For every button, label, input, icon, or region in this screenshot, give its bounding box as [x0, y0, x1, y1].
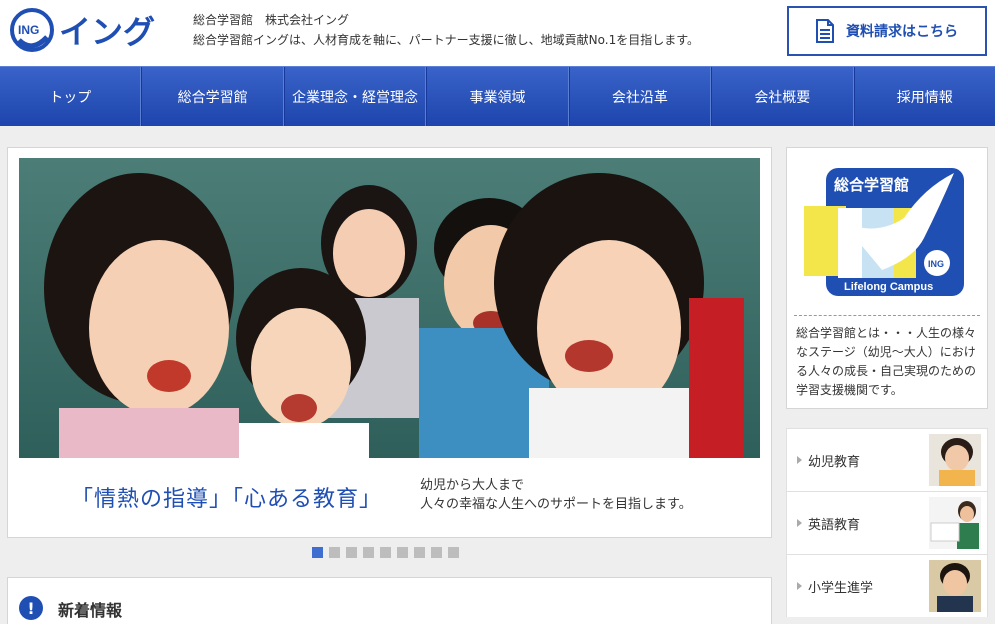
english-thumbnail [929, 497, 981, 549]
slider-pagination [312, 547, 459, 558]
ing-logo[interactable]: ING イング [9, 7, 187, 53]
nav-item-business[interactable]: 事業領域 [426, 67, 569, 126]
lifelong-campus-logo[interactable]: ING 総合学習館 Lifelong Campus [804, 168, 964, 298]
menu-item-english[interactable]: 英語教育 [786, 491, 988, 554]
request-button-label: 資料請求はこちら [846, 24, 958, 40]
menu-item-label: 英語教育 [808, 517, 861, 533]
hero-slider: 「情熱の指導」「心ある教育」 幼児から大人まで 人々の幸福な人生へのサポートを目… [7, 147, 772, 538]
hero-image-children[interactable] [19, 158, 760, 458]
side-description: 総合学習館とは・・・人生の様々なステージ（幼児〜大人）における人々の成長・自己実… [796, 326, 977, 397]
slider-dot-9[interactable] [448, 547, 459, 558]
nav-item-learning-center[interactable]: 総合学習館 [141, 67, 284, 126]
company-tagline: 総合学習館 株式会社イング [193, 13, 350, 27]
slider-subtext-1: 幼児から大人まで [420, 478, 525, 493]
slider-dot-8[interactable] [431, 547, 442, 558]
elementary-thumbnail [929, 560, 981, 612]
company-mission: 総合学習館イングは、人材育成を軸に、パートナー支援に徹し、地域貢献No.1を目指… [193, 33, 700, 47]
catch-copy: 「情熱の指導」「心ある教育」 [71, 487, 383, 512]
slider-dot-6[interactable] [397, 547, 408, 558]
slider-dot-3[interactable] [346, 547, 357, 558]
menu-item-label: 小学生進学 [808, 580, 874, 596]
side-divider [794, 315, 980, 316]
slider-dot-1[interactable] [312, 547, 323, 558]
site-header: ING イング 総合学習館 株式会社イング 総合学習館イングは、人材育成を軸に、… [0, 0, 995, 66]
logo-mark-text: ING [18, 23, 39, 37]
learning-center-box: ING 総合学習館 Lifelong Campus 総合学習館とは・・・人生の様… [786, 147, 988, 409]
side-logo-title: 総合学習館 [834, 176, 909, 194]
logo-brand-name: イング [59, 13, 155, 51]
slider-subtext-2: 人々の幸福な人生へのサポートを目指します。 [420, 497, 692, 512]
exclamation-icon: ! [19, 596, 43, 620]
arrow-right-icon [797, 582, 802, 590]
slider-dot-2[interactable] [329, 547, 340, 558]
request-materials-button[interactable]: 資料請求はこちら [787, 6, 987, 56]
slider-dot-7[interactable] [414, 547, 425, 558]
menu-item-early-childhood[interactable]: 幼児教育 [786, 428, 988, 491]
menu-item-label: 幼児教育 [808, 454, 861, 470]
menu-item-elementary-prep[interactable]: 小学生進学 [786, 554, 988, 617]
side-logo-badge: ING [928, 259, 944, 269]
nav-item-company[interactable]: 会社概要 [711, 67, 854, 126]
arrow-right-icon [797, 456, 802, 464]
early-childhood-thumbnail [929, 434, 981, 486]
slider-dot-5[interactable] [380, 547, 391, 558]
arrow-right-icon [797, 519, 802, 527]
news-heading: 新着情報 [58, 601, 123, 620]
document-icon [816, 19, 834, 43]
nav-item-recruit[interactable]: 採用情報 [853, 67, 995, 126]
news-section: ! 新着情報 [7, 577, 772, 624]
education-menu: 幼児教育 英語教育 小学生進学 [786, 428, 988, 617]
global-nav: トップ 総合学習館 企業理念・経営理念 事業領域 会社沿革 会社概要 採用情報 [0, 66, 995, 126]
nav-item-top[interactable]: トップ [0, 67, 142, 126]
slider-dot-4[interactable] [363, 547, 374, 558]
nav-item-history[interactable]: 会社沿革 [568, 67, 712, 126]
nav-item-philosophy[interactable]: 企業理念・経営理念 [283, 67, 427, 126]
side-logo-caption: Lifelong Campus [844, 281, 933, 293]
